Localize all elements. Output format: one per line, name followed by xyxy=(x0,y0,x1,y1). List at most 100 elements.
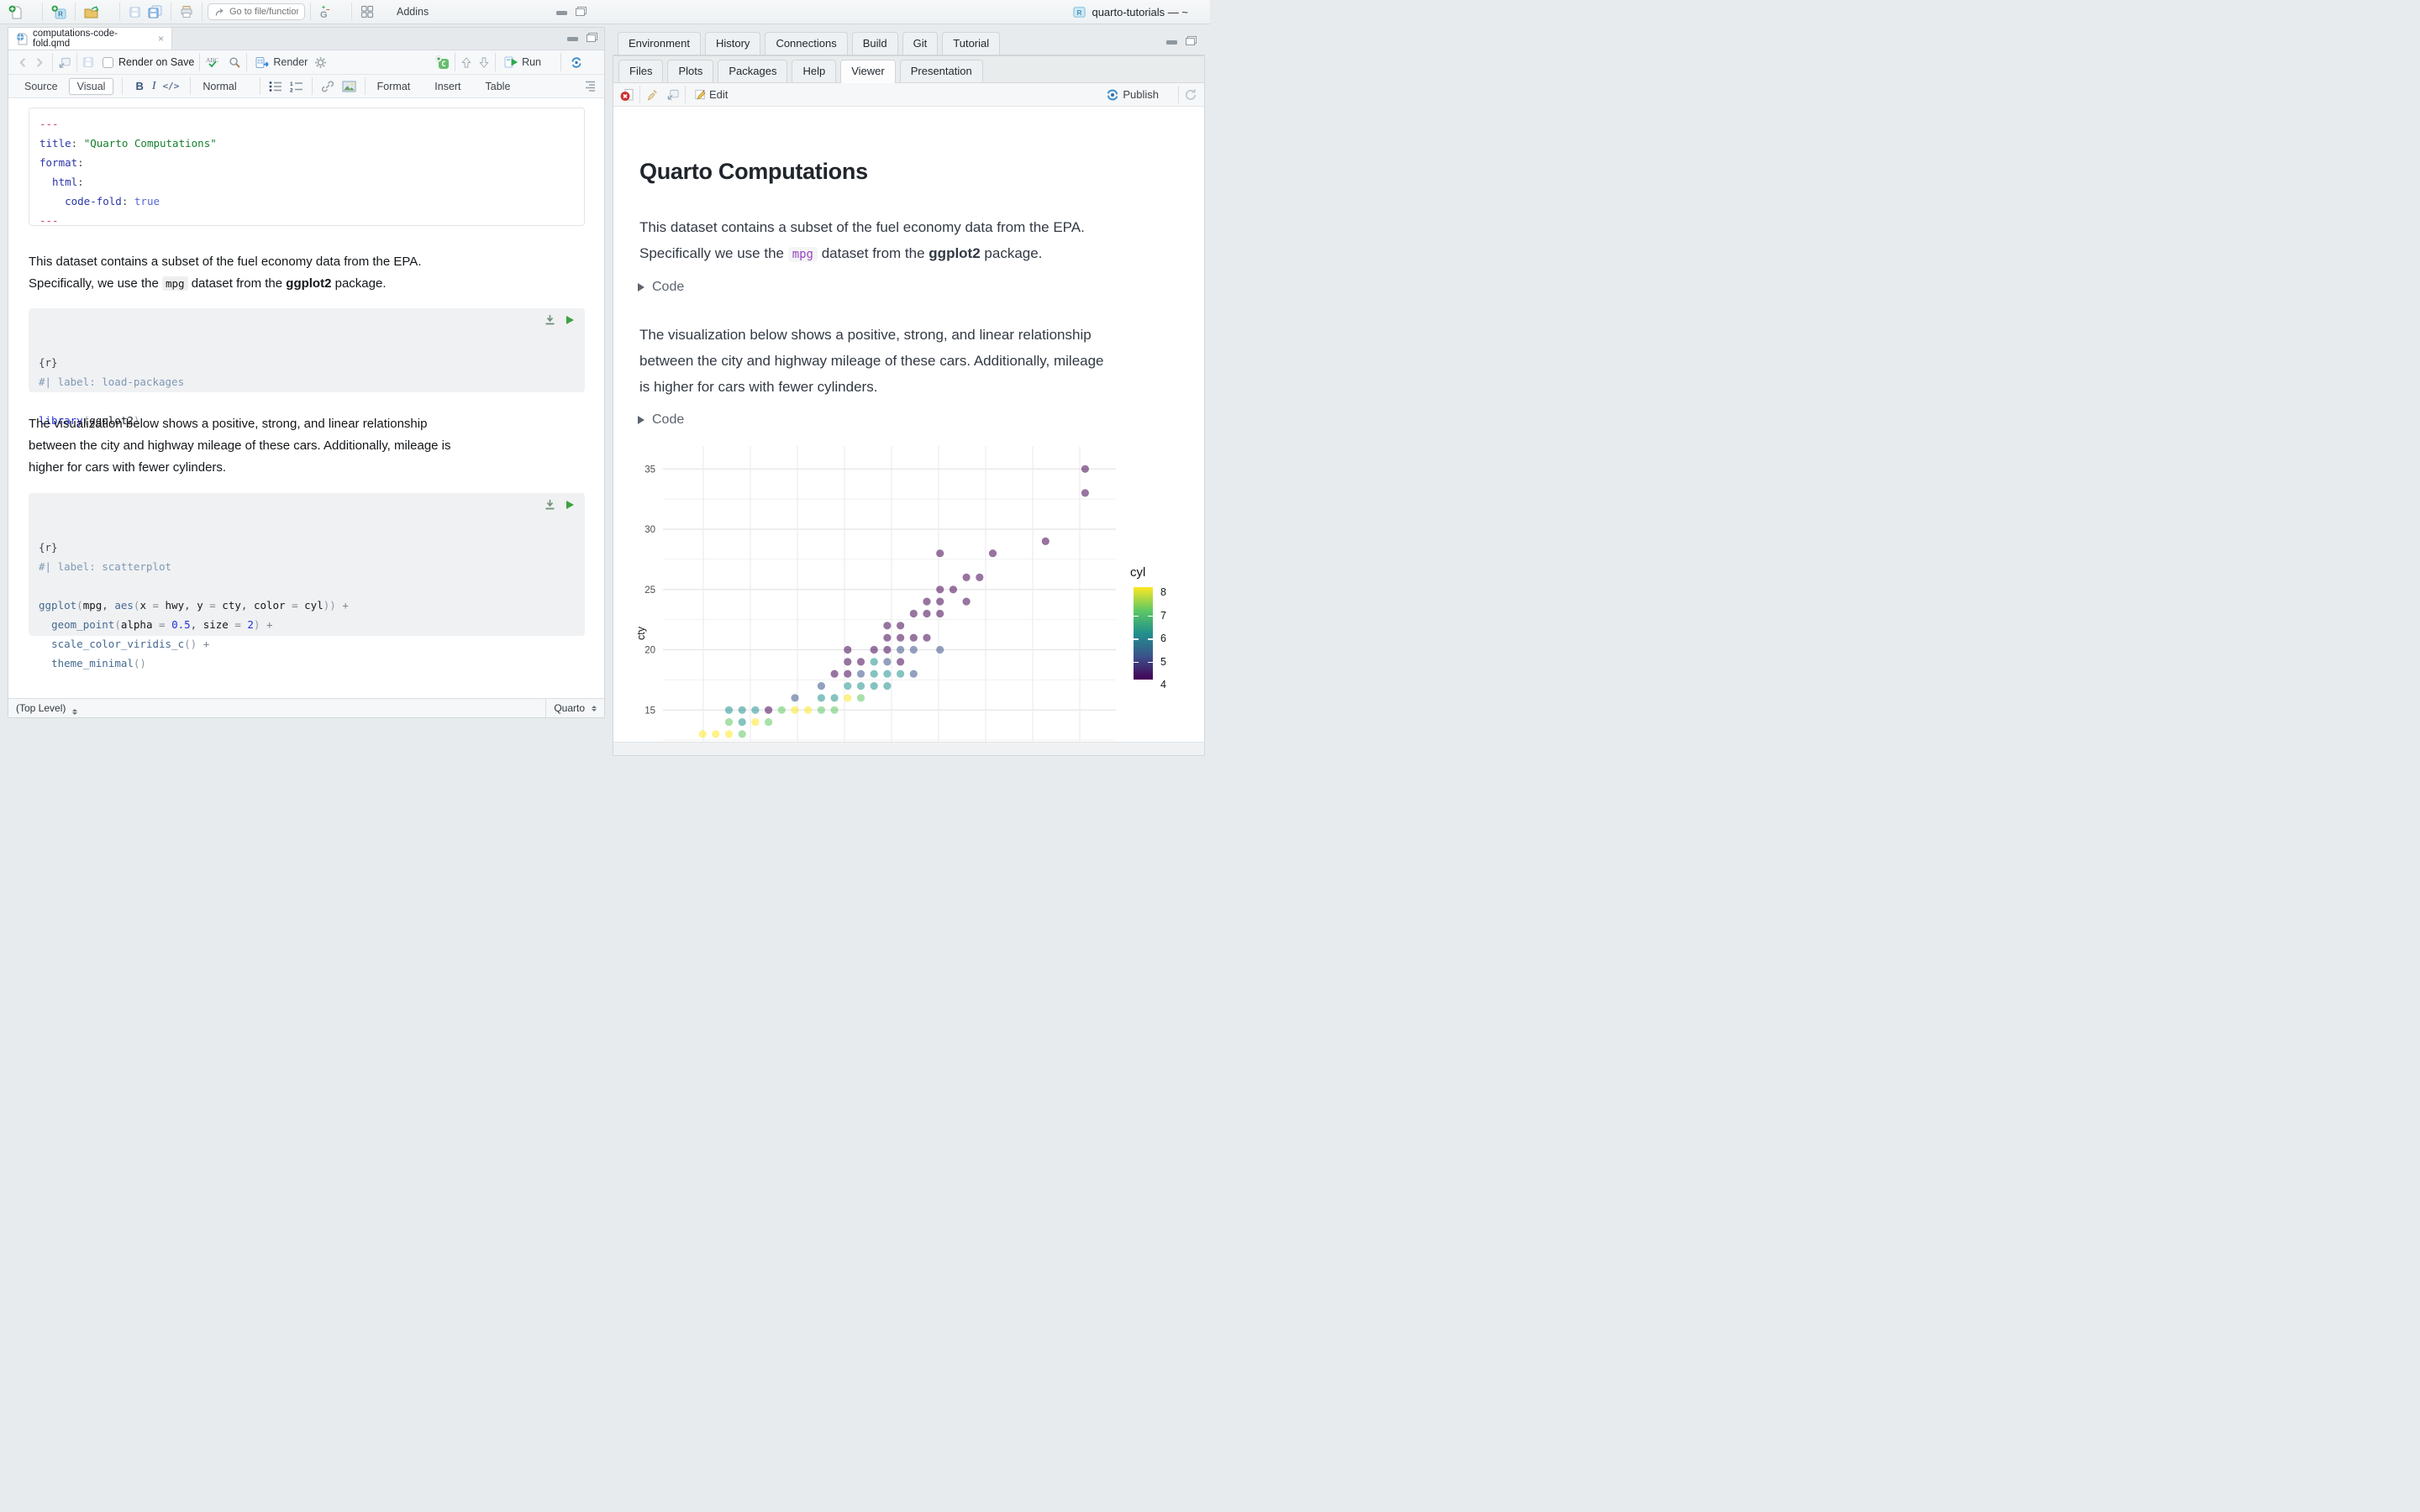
minimize-pane-icon[interactable] xyxy=(1166,36,1177,45)
publish-button[interactable]: Publish xyxy=(1102,87,1173,102)
numbered-list-icon[interactable]: 12 xyxy=(290,81,303,92)
new-file-button[interactable] xyxy=(5,3,37,21)
tab-history[interactable]: History xyxy=(704,32,761,55)
tab-tutorial[interactable]: Tutorial xyxy=(942,32,1001,55)
editor-tab-computations-code-fold[interactable]: computations-code-fold.qmd × xyxy=(8,28,172,50)
new-project-button[interactable]: R xyxy=(48,3,70,21)
edit-button[interactable]: Edit xyxy=(691,87,731,102)
maximize-pane-icon[interactable] xyxy=(1186,36,1197,45)
run-all-chunks-above-icon[interactable] xyxy=(544,315,555,325)
project-menu[interactable]: R quarto-tutorials — ~ xyxy=(1072,0,1202,24)
yaml-front-matter-block[interactable]: --- title: "Quarto Computations" format: h… xyxy=(29,108,585,227)
render-button[interactable]: Render xyxy=(252,55,311,71)
maximize-pane-icon[interactable] xyxy=(587,33,597,42)
tab-files[interactable]: Files xyxy=(618,60,664,82)
r-project-logo-icon: R xyxy=(1072,5,1086,19)
close-tab-icon[interactable]: × xyxy=(158,33,164,45)
paragraph-style-select[interactable]: Normal xyxy=(199,79,250,94)
render-settings-button[interactable] xyxy=(311,55,341,71)
minimize-console-icon[interactable] xyxy=(556,7,567,15)
run-button[interactable]: Run xyxy=(501,55,555,70)
print-icon xyxy=(180,5,193,18)
go-to-previous-section-icon[interactable] xyxy=(460,56,472,69)
git-diff-icon: + – G xyxy=(319,4,332,19)
tab-viewer[interactable]: Viewer xyxy=(840,60,896,83)
paragraph-style-value: Normal xyxy=(203,80,237,92)
editor-paragraph-1[interactable]: This dataset contains a subset of the fu… xyxy=(29,251,421,295)
tab-plots[interactable]: Plots xyxy=(667,60,714,82)
popout-window-icon[interactable] xyxy=(666,88,680,101)
viewer-toolbar: Edit Publish xyxy=(613,83,1204,107)
svg-text:ABC: ABC xyxy=(206,56,218,64)
plot-legend: cyl 8 7 6 5 4 xyxy=(1130,565,1166,690)
tab-build[interactable]: Build xyxy=(851,32,898,55)
visual-mode-button[interactable]: Visual xyxy=(68,77,114,95)
tab-presentation[interactable]: Presentation xyxy=(899,60,983,82)
project-name: quarto-tutorials — ~ xyxy=(1092,5,1188,18)
table-menu[interactable]: Table xyxy=(482,79,525,94)
forward-icon[interactable] xyxy=(31,57,47,68)
run-chunk-icon[interactable] xyxy=(566,500,575,510)
tab-help[interactable]: Help xyxy=(792,60,837,82)
code-fold-toggle[interactable]: Code xyxy=(638,412,684,428)
goto-file-search[interactable] xyxy=(208,3,305,20)
addins-menu[interactable]: Addins xyxy=(393,4,443,19)
image-icon[interactable] xyxy=(342,81,356,92)
bullet-list-icon[interactable] xyxy=(269,81,282,92)
italic-button[interactable]: I xyxy=(148,80,160,93)
run-chunk-icon[interactable] xyxy=(566,315,575,325)
render-on-save-checkbox[interactable] xyxy=(103,56,113,68)
spellcheck-icon[interactable]: ABC xyxy=(205,55,222,69)
svg-text:1: 1 xyxy=(290,81,293,87)
clear-broom-icon[interactable] xyxy=(645,88,659,102)
refresh-icon[interactable] xyxy=(1184,88,1197,102)
open-file-button[interactable] xyxy=(81,4,114,20)
editor-toolbar: Render on Save ABC Render C Run xyxy=(8,50,604,75)
search-icon[interactable] xyxy=(229,56,241,69)
save-icon[interactable] xyxy=(82,56,94,68)
minimize-pane-icon[interactable] xyxy=(567,33,578,41)
code-chunk-load-packages[interactable]: {r} #| label: load-packages library(ggplot… xyxy=(29,308,585,427)
rendered-document[interactable]: Quarto Computations This dataset contain… xyxy=(613,107,1204,755)
tab-packages[interactable]: Packages xyxy=(718,60,788,82)
tab-environment[interactable]: Environment xyxy=(618,32,701,55)
print-button[interactable] xyxy=(176,3,197,20)
code-chunk-scatterplot[interactable]: {r} #| label: scatterplot ggplot(mpg, aes(… xyxy=(29,493,585,669)
version-control-button[interactable]: + – G xyxy=(316,3,346,21)
insert-menu-label: Insert xyxy=(434,80,461,92)
scope-label: (Top Level) xyxy=(16,701,66,714)
tab-connections[interactable]: Connections xyxy=(765,32,848,55)
publish-label: Publish xyxy=(1123,88,1159,101)
workspace-panes-button[interactable] xyxy=(357,3,388,20)
save-all-button[interactable] xyxy=(145,3,166,20)
legend-title: cyl xyxy=(1130,565,1146,580)
legend-tick-label: 6 xyxy=(1160,633,1166,644)
outline-toggle-icon[interactable] xyxy=(582,81,596,92)
document-type-selector[interactable]: Quarto xyxy=(545,699,604,717)
popout-window-icon[interactable] xyxy=(58,56,71,69)
main-toolbar: R Go to file/function + – G Addins R qua… xyxy=(0,0,1210,24)
scope-selector[interactable]: (Top Level) xyxy=(8,702,77,715)
maximize-console-icon[interactable] xyxy=(576,7,587,16)
back-icon[interactable] xyxy=(15,57,31,68)
insert-menu[interactable]: Insert xyxy=(431,79,475,94)
link-icon[interactable] xyxy=(321,80,334,93)
goto-file-input[interactable] xyxy=(229,7,298,17)
format-menu[interactable]: Format xyxy=(374,79,425,94)
svg-text:25: 25 xyxy=(644,585,655,596)
source-rerun-button[interactable] xyxy=(566,55,597,71)
code-fold-toggle[interactable]: Code xyxy=(638,280,684,295)
tab-git[interactable]: Git xyxy=(902,32,939,55)
run-all-chunks-above-icon[interactable] xyxy=(544,500,555,510)
save-button[interactable] xyxy=(125,4,145,20)
stop-icon[interactable] xyxy=(620,88,634,102)
source-mode-button[interactable]: Source xyxy=(17,79,66,94)
go-to-next-section-icon[interactable] xyxy=(478,56,490,69)
run-label: Run xyxy=(522,56,541,68)
editor-content[interactable]: --- title: "Quarto Computations" format: h… xyxy=(8,98,604,698)
inline-code-button[interactable]: </> xyxy=(160,81,182,92)
bold-button[interactable]: B xyxy=(131,80,147,92)
editor-paragraph-2[interactable]: The visualization below shows a positive… xyxy=(29,413,451,479)
insert-chunk-icon[interactable]: C xyxy=(435,55,450,70)
render-label: Render xyxy=(273,56,308,68)
